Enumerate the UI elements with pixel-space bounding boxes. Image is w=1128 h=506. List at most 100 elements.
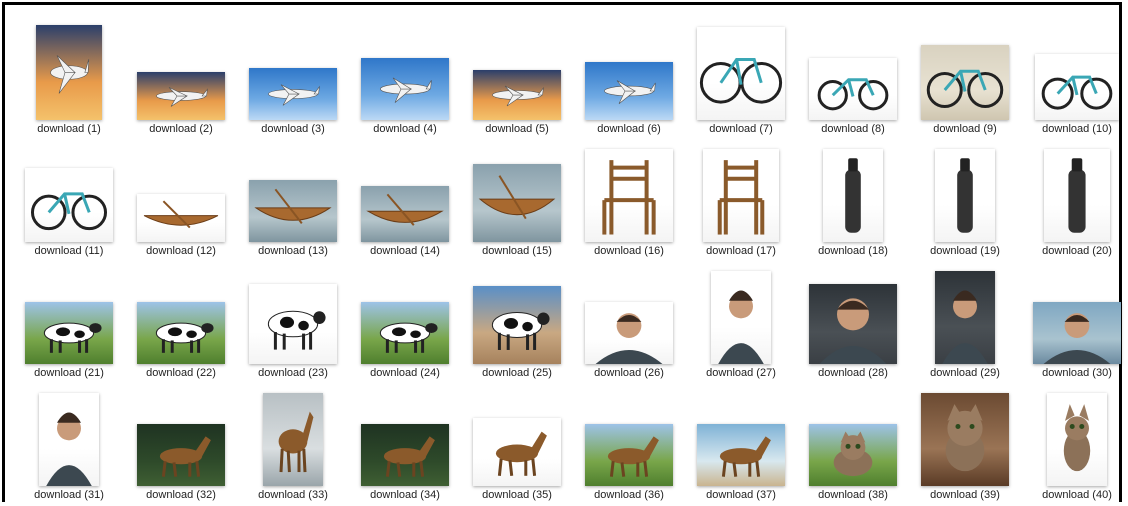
- file-item[interactable]: download (36): [573, 381, 685, 503]
- file-name-label: download (40): [1042, 489, 1112, 501]
- person-icon: [935, 271, 995, 364]
- boat-thumbnail[interactable]: [361, 186, 449, 242]
- cat-thumbnail[interactable]: [1047, 393, 1107, 486]
- person-thumbnail[interactable]: [935, 271, 995, 364]
- bottle-thumbnail[interactable]: [823, 149, 883, 242]
- file-item[interactable]: download (25): [461, 259, 573, 381]
- bicycle-thumbnail[interactable]: [1035, 54, 1119, 120]
- airplane-thumbnail[interactable]: [585, 62, 673, 120]
- file-name-label: download (2): [149, 123, 213, 135]
- person-thumbnail[interactable]: [39, 393, 99, 486]
- file-item[interactable]: download (9): [909, 15, 1021, 137]
- airplane-thumbnail[interactable]: [361, 58, 449, 120]
- cat-icon: [1047, 393, 1107, 486]
- bicycle-thumbnail[interactable]: [697, 27, 785, 120]
- file-item[interactable]: download (40): [1021, 381, 1128, 503]
- cow-icon: [25, 302, 113, 364]
- file-item[interactable]: download (38): [797, 381, 909, 503]
- horse-thumbnail[interactable]: [361, 424, 449, 486]
- file-item[interactable]: download (4): [349, 15, 461, 137]
- file-item[interactable]: download (20): [1021, 137, 1128, 259]
- bicycle-thumbnail[interactable]: [25, 168, 113, 242]
- file-name-label: download (4): [373, 123, 437, 135]
- horse-icon: [473, 418, 561, 486]
- bottle-thumbnail[interactable]: [935, 149, 995, 242]
- horse-thumbnail[interactable]: [263, 393, 323, 486]
- person-thumbnail[interactable]: [809, 284, 897, 364]
- file-item[interactable]: download (33): [237, 381, 349, 503]
- chair-thumbnail[interactable]: [585, 149, 673, 242]
- file-item[interactable]: download (24): [349, 259, 461, 381]
- file-item[interactable]: download (35): [461, 381, 573, 503]
- cat-thumbnail[interactable]: [921, 393, 1009, 486]
- horse-thumbnail[interactable]: [473, 418, 561, 486]
- cow-thumbnail[interactable]: [249, 284, 337, 364]
- airplane-icon: [585, 62, 673, 120]
- file-item[interactable]: download (10): [1021, 15, 1128, 137]
- file-item[interactable]: download (30): [1021, 259, 1128, 381]
- file-item[interactable]: download (26): [573, 259, 685, 381]
- file-item[interactable]: download (21): [13, 259, 125, 381]
- file-item[interactable]: download (27): [685, 259, 797, 381]
- file-item[interactable]: download (22): [125, 259, 237, 381]
- file-item[interactable]: download (39): [909, 381, 1021, 503]
- file-item[interactable]: download (1): [13, 15, 125, 137]
- file-name-label: download (35): [482, 489, 552, 501]
- cat-thumbnail[interactable]: [809, 424, 897, 486]
- cow-thumbnail[interactable]: [137, 302, 225, 364]
- file-item[interactable]: download (7): [685, 15, 797, 137]
- file-item[interactable]: download (16): [573, 137, 685, 259]
- file-item[interactable]: download (14): [349, 137, 461, 259]
- file-item[interactable]: download (23): [237, 259, 349, 381]
- person-icon: [809, 284, 897, 364]
- cow-thumbnail[interactable]: [473, 286, 561, 364]
- file-item[interactable]: download (12): [125, 137, 237, 259]
- file-item[interactable]: download (18): [797, 137, 909, 259]
- file-item[interactable]: download (13): [237, 137, 349, 259]
- file-item[interactable]: download (17): [685, 137, 797, 259]
- boat-thumbnail[interactable]: [249, 180, 337, 242]
- file-item[interactable]: download (19): [909, 137, 1021, 259]
- bicycle-thumbnail[interactable]: [809, 58, 897, 120]
- cat-icon: [921, 393, 1009, 486]
- chair-thumbnail[interactable]: [703, 149, 779, 242]
- person-thumbnail[interactable]: [1033, 302, 1121, 364]
- file-name-label: download (22): [146, 367, 216, 379]
- boat-thumbnail[interactable]: [473, 164, 561, 242]
- airplane-thumbnail[interactable]: [249, 68, 337, 120]
- file-name-label: download (38): [818, 489, 888, 501]
- file-item[interactable]: download (3): [237, 15, 349, 137]
- file-name-label: download (10): [1042, 123, 1112, 135]
- file-item[interactable]: download (6): [573, 15, 685, 137]
- file-item[interactable]: download (28): [797, 259, 909, 381]
- cow-thumbnail[interactable]: [25, 302, 113, 364]
- file-item[interactable]: download (11): [13, 137, 125, 259]
- file-item[interactable]: download (8): [797, 15, 909, 137]
- airplane-thumbnail[interactable]: [473, 70, 561, 120]
- file-item[interactable]: download (32): [125, 381, 237, 503]
- bicycle-icon: [921, 45, 1009, 120]
- person-thumbnail[interactable]: [585, 302, 673, 364]
- file-item[interactable]: download (5): [461, 15, 573, 137]
- bottle-thumbnail[interactable]: [1044, 149, 1110, 242]
- person-thumbnail[interactable]: [711, 271, 771, 364]
- bottle-icon: [823, 149, 883, 242]
- file-item[interactable]: download (29): [909, 259, 1021, 381]
- bicycle-thumbnail[interactable]: [921, 45, 1009, 120]
- cow-icon: [361, 302, 449, 364]
- airplane-thumbnail[interactable]: [137, 72, 225, 120]
- file-item[interactable]: download (2): [125, 15, 237, 137]
- file-name-label: download (21): [34, 367, 104, 379]
- horse-thumbnail[interactable]: [697, 424, 785, 486]
- file-item[interactable]: download (37): [685, 381, 797, 503]
- cow-thumbnail[interactable]: [361, 302, 449, 364]
- boat-thumbnail[interactable]: [137, 194, 225, 242]
- horse-thumbnail[interactable]: [585, 424, 673, 486]
- cow-icon: [249, 284, 337, 364]
- file-item[interactable]: download (31): [13, 381, 125, 503]
- airplane-thumbnail[interactable]: [36, 25, 102, 120]
- file-item[interactable]: download (15): [461, 137, 573, 259]
- horse-thumbnail[interactable]: [137, 424, 225, 486]
- bicycle-icon: [697, 27, 785, 120]
- file-item[interactable]: download (34): [349, 381, 461, 503]
